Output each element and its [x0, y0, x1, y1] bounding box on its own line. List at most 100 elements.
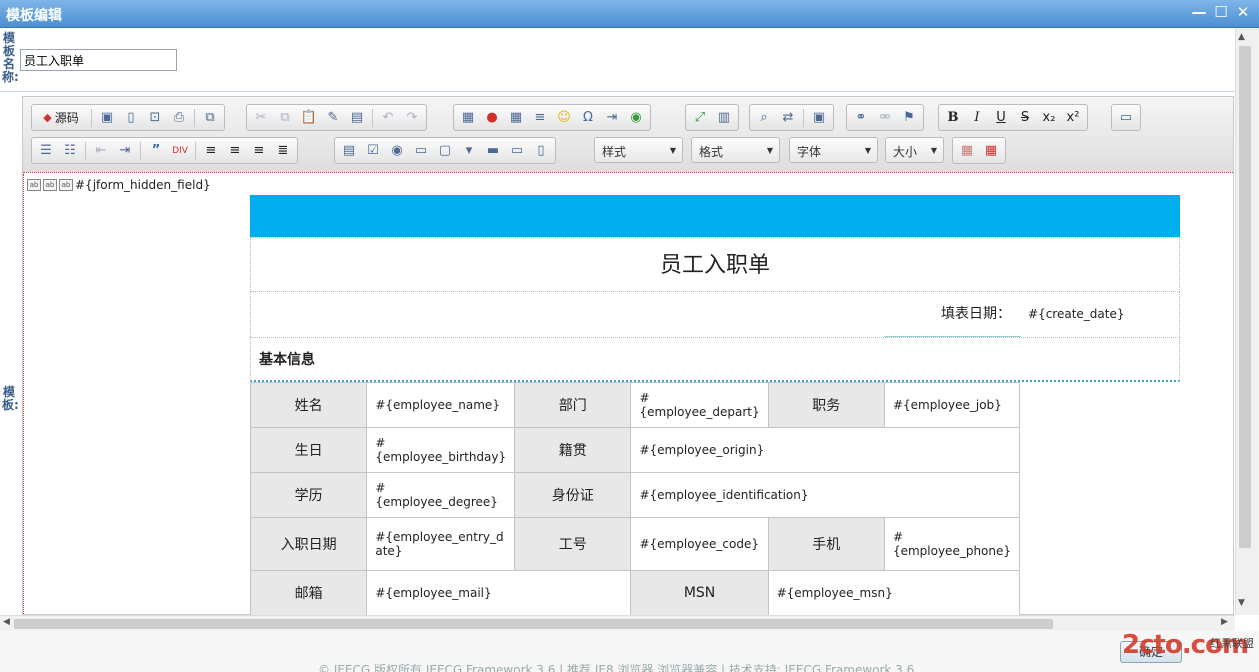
- paste-icon[interactable]: 📋: [298, 108, 320, 128]
- maximize-editor-icon[interactable]: ⤢: [689, 108, 711, 128]
- maximize-button[interactable]: ☐: [1213, 3, 1229, 21]
- vertical-scrollbar[interactable]: ▲ ▼: [1235, 28, 1259, 615]
- toolbar-group-view: ⤢ ▥: [685, 104, 739, 131]
- chevron-down-icon: ▼: [930, 146, 937, 155]
- italic-icon[interactable]: I: [966, 108, 988, 128]
- indent-icon[interactable]: ⇥: [114, 141, 136, 161]
- value-cell: #{employee_mail}: [366, 570, 632, 616]
- justify-icon[interactable]: ≣: [272, 141, 294, 161]
- replace-icon[interactable]: ⇄: [777, 108, 799, 128]
- new-page-icon[interactable]: ▯: [120, 108, 142, 128]
- select-field-icon[interactable]: ▾: [458, 141, 480, 161]
- date-label: 填表日期：: [884, 292, 1021, 337]
- label-cell: 工号: [514, 517, 632, 571]
- image-button-icon[interactable]: ▭: [1115, 108, 1137, 128]
- save-icon[interactable]: ▣: [96, 108, 118, 128]
- value-cell: #{employee_msn}: [767, 570, 1021, 616]
- hidden-field-icon: ab: [43, 179, 57, 191]
- link-icon[interactable]: ⚭: [850, 108, 872, 128]
- bulleted-list-icon[interactable]: ☷: [59, 141, 81, 161]
- chevron-down-icon: ▼: [669, 146, 676, 155]
- vertical-scroll-thumb[interactable]: [1239, 46, 1251, 548]
- print-icon[interactable]: ⎙: [168, 108, 190, 128]
- toolbar-group-links: ⚭ ⚮ ⚑: [846, 104, 924, 131]
- value-cell: #{employee_code}: [630, 517, 769, 571]
- numbered-list-icon[interactable]: ☰: [35, 141, 57, 161]
- scroll-right-icon[interactable]: ▶: [1221, 617, 1228, 627]
- scroll-left-icon[interactable]: ◀: [3, 617, 10, 627]
- anchor-icon[interactable]: ⚑: [898, 108, 920, 128]
- checkbox-icon[interactable]: ☑: [362, 141, 384, 161]
- text-color-icon[interactable]: ▦: [956, 141, 978, 161]
- iframe-icon[interactable]: ◉: [625, 108, 647, 128]
- hidden-field-icon[interactable]: ▯: [530, 141, 552, 161]
- radio-icon[interactable]: ◉: [386, 141, 408, 161]
- form-icon[interactable]: ▤: [338, 141, 360, 161]
- outdent-icon[interactable]: ⇤: [90, 141, 112, 161]
- align-center-icon[interactable]: ≡: [224, 141, 246, 161]
- scroll-down-icon[interactable]: ▼: [1238, 598, 1245, 608]
- align-left-icon[interactable]: ≡: [200, 141, 222, 161]
- subscript-icon[interactable]: x₂: [1038, 108, 1060, 128]
- blockquote-icon[interactable]: ”: [145, 141, 167, 161]
- size-combo[interactable]: 大小 ▼: [885, 137, 944, 163]
- copy-icon[interactable]: ⧉: [274, 108, 296, 128]
- value-cell: #{employee_name}: [366, 382, 516, 428]
- label-cell: 部门: [514, 382, 632, 428]
- horizontal-scroll-thumb[interactable]: [14, 619, 1053, 629]
- image-button-field-icon[interactable]: ▭: [506, 141, 528, 161]
- preview-icon[interactable]: ⊡: [144, 108, 166, 128]
- template-name-label: 模 板 名 称:: [2, 31, 19, 84]
- copyright-text: © JEECG 版权所有 JEECG Framework 3.6 | 推荐 IE…: [318, 663, 915, 672]
- cut-icon[interactable]: ✂: [250, 108, 272, 128]
- value-cell: #{employee_origin}: [630, 427, 1020, 473]
- strikethrough-icon[interactable]: S: [1014, 108, 1036, 128]
- show-blocks-icon[interactable]: ▥: [713, 108, 735, 128]
- value-cell: #{employee_phone}: [883, 517, 1021, 571]
- unlink-icon[interactable]: ⚮: [874, 108, 896, 128]
- hidden-field-icon: ab: [59, 179, 73, 191]
- div-icon[interactable]: DIV: [169, 141, 191, 161]
- horizontal-scrollbar[interactable]: ◀ ▶: [0, 615, 1235, 631]
- underline-icon[interactable]: U: [990, 108, 1012, 128]
- format-combo[interactable]: 格式 ▼: [691, 137, 780, 163]
- redo-icon[interactable]: ↷: [401, 108, 423, 128]
- select-all-icon[interactable]: ▣: [808, 108, 830, 128]
- horizontal-rule-icon[interactable]: ≡: [529, 108, 551, 128]
- textarea-icon[interactable]: ▢: [434, 141, 456, 161]
- value-cell: #{employee_depart}: [630, 382, 769, 428]
- template-name-input[interactable]: [20, 49, 177, 71]
- window-title: 模板编辑: [6, 8, 62, 24]
- dialog-footer: © JEECG 版权所有 JEECG Framework 3.6 | 推荐 IE…: [0, 631, 1259, 672]
- paste-text-icon[interactable]: ✎: [322, 108, 344, 128]
- paste-word-icon[interactable]: ▤: [346, 108, 368, 128]
- source-button[interactable]: ◆ 源码: [35, 108, 87, 128]
- flash-icon[interactable]: ●: [481, 108, 503, 128]
- scroll-up-icon[interactable]: ▲: [1238, 32, 1245, 42]
- smiley-icon[interactable]: ☺: [553, 108, 575, 128]
- window-title-bar: 模板编辑 — ☐ ✕: [0, 0, 1259, 28]
- minimize-button[interactable]: —: [1191, 3, 1207, 21]
- superscript-icon[interactable]: x²: [1062, 108, 1084, 128]
- label-cell: 入职日期: [249, 517, 368, 571]
- special-char-icon[interactable]: Ω: [577, 108, 599, 128]
- label-cell: 身份证: [514, 472, 632, 518]
- find-icon[interactable]: ⌕: [753, 108, 775, 128]
- image-icon[interactable]: ▦: [457, 108, 479, 128]
- page-break-icon[interactable]: ⇥: [601, 108, 623, 128]
- undo-icon[interactable]: ↶: [377, 108, 399, 128]
- hidden-field-text: #{jform_hidden_field}: [75, 178, 211, 192]
- textfield-icon[interactable]: ▭: [410, 141, 432, 161]
- bold-icon[interactable]: B: [942, 108, 964, 128]
- align-right-icon[interactable]: ≡: [248, 141, 270, 161]
- toolbar-group-find: ⌕ ⇄ ▣: [749, 104, 834, 131]
- bg-color-icon[interactable]: ▦: [980, 141, 1002, 161]
- font-combo[interactable]: 字体 ▼: [789, 137, 878, 163]
- table-icon[interactable]: ▦: [505, 108, 527, 128]
- close-button[interactable]: ✕: [1235, 3, 1251, 21]
- button-field-icon[interactable]: ▬: [482, 141, 504, 161]
- templates-icon[interactable]: ⧉: [199, 108, 221, 128]
- editor-content[interactable]: ab ab ab #{jform_hidden_field} 员工入职单 填表日…: [23, 174, 1233, 616]
- style-combo[interactable]: 样式 ▼: [594, 137, 683, 163]
- value-cell: #{employee_degree}: [366, 472, 516, 518]
